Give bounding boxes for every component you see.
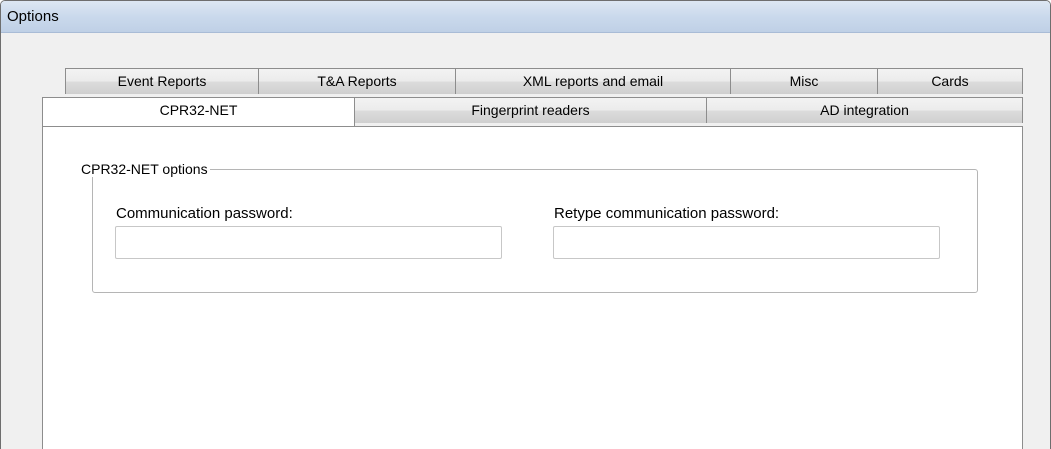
tab-xml-reports-and-email[interactable]: XML reports and email	[455, 68, 731, 94]
tab-panel-cpr32-net: CPR32-NET options Communication password…	[42, 126, 1023, 449]
tab-cards[interactable]: Cards	[877, 68, 1023, 94]
tab-ta-reports[interactable]: T&A Reports	[258, 68, 456, 94]
tab-event-reports[interactable]: Event Reports	[65, 68, 259, 94]
tab-label: XML reports and email	[522, 73, 664, 89]
tab-label: CPR32-NET	[159, 102, 238, 118]
tab-label: Fingerprint readers	[471, 102, 590, 118]
options-window: Options Event Reports T&A Reports XML re…	[0, 0, 1051, 449]
tab-label: Event Reports	[117, 73, 207, 89]
tab-ad-integration[interactable]: AD integration	[706, 97, 1023, 123]
tab-misc[interactable]: Misc	[730, 68, 878, 94]
tab-label: T&A Reports	[317, 73, 397, 89]
tab-cpr32-net[interactable]: CPR32-NET	[42, 97, 355, 126]
communication-password-input[interactable]	[115, 226, 502, 259]
retype-password-label: Retype communication password:	[554, 205, 780, 222]
group-title: CPR32-NET options	[81, 161, 210, 177]
tab-label: Cards	[931, 73, 969, 89]
window-title: Options	[7, 8, 59, 25]
retype-password-input[interactable]	[553, 226, 940, 259]
tab-label: Misc	[789, 73, 819, 89]
communication-password-label: Communication password:	[116, 205, 293, 222]
title-bar[interactable]: Options	[1, 1, 1050, 33]
tab-label: AD integration	[820, 102, 909, 118]
tab-fingerprint-readers[interactable]: Fingerprint readers	[354, 97, 707, 123]
